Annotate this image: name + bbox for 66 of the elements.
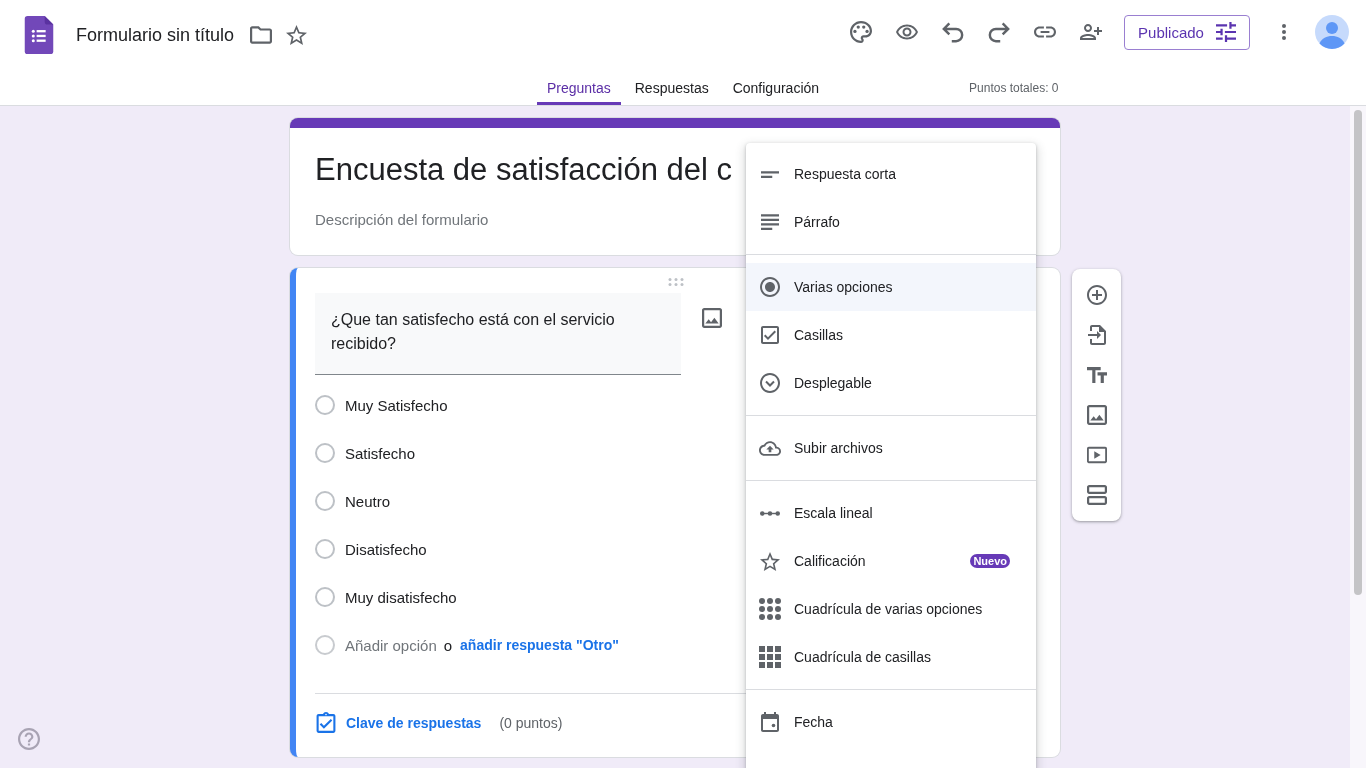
menu-item[interactable]: Respuesta corta <box>746 150 1036 198</box>
form-title-text[interactable]: Encuesta de satisfacción del c <box>315 150 733 190</box>
dot-grid-icon <box>759 598 781 620</box>
more-options-icon[interactable] <box>1282 24 1286 40</box>
total-points-text: Puntos totales: 0 <box>969 80 1059 95</box>
radio-button-icon <box>760 277 780 297</box>
star-icon[interactable] <box>286 25 308 45</box>
image-icon[interactable] <box>1086 405 1107 425</box>
radio-button[interactable] <box>315 539 335 559</box>
palette-icon[interactable] <box>850 21 872 43</box>
checkbox-icon <box>761 326 779 344</box>
question-field[interactable]: ¿Que tan satisfecho está con el servicio recibido? <box>315 293 681 375</box>
option-label[interactable]: Neutro <box>345 492 391 510</box>
menu-item[interactable]: Subir archivos <box>746 424 1036 472</box>
tab[interactable]: Respuestas <box>624 70 719 105</box>
radio-button[interactable] <box>315 491 335 511</box>
radio-button[interactable] <box>315 395 335 415</box>
video-play-icon[interactable] <box>1086 445 1107 465</box>
square-grid-icon <box>759 646 781 668</box>
radio-button[interactable] <box>315 443 335 463</box>
tab[interactable]: Preguntas <box>536 70 621 105</box>
sliders-icon <box>1215 22 1236 42</box>
clipboard-check-icon <box>316 712 336 734</box>
menu-item[interactable]: Varias opciones <box>746 263 1036 311</box>
description-field[interactable]: Descripción del formulario <box>315 209 735 229</box>
drag-handle-icon[interactable] <box>667 278 684 286</box>
menu-item[interactable]: Escala lineal <box>746 489 1036 537</box>
folder-icon[interactable] <box>250 26 273 44</box>
document-logo-icon[interactable] <box>24 16 54 54</box>
option-label[interactable]: Muy Satisfecho <box>345 396 448 414</box>
menu-item[interactable]: Cuadrícula de casillas <box>746 633 1036 681</box>
menu-item[interactable]: Desplegable <box>746 359 1036 407</box>
option-label[interactable]: Muy disatisfecho <box>345 588 457 606</box>
or-text: o <box>443 636 453 654</box>
short-lines-icon <box>761 170 779 178</box>
tab[interactable]: Configuración <box>722 70 830 105</box>
radio-button[interactable] <box>315 587 335 607</box>
publish-button[interactable]: Publicado <box>1124 14 1250 50</box>
option-label[interactable]: Satisfecho <box>345 444 416 462</box>
text-size-icon[interactable] <box>1086 365 1107 385</box>
redo-icon[interactable] <box>988 21 1010 43</box>
menu-item[interactable]: Cuadrícula de varias opciones <box>746 585 1036 633</box>
menu-item[interactable]: Fecha <box>746 698 1036 746</box>
image-icon[interactable] <box>702 308 722 328</box>
menu-item[interactable]: Casillas <box>746 311 1036 359</box>
menu-item[interactable]: Párrafo <box>746 198 1036 246</box>
add-other-link[interactable]: añadir respuesta "Otro" <box>460 637 619 653</box>
add-person-icon[interactable] <box>1080 21 1102 43</box>
undo-icon[interactable] <box>942 21 964 43</box>
form-title[interactable]: Formulario sin título <box>76 24 235 46</box>
calendar-icon <box>761 712 779 732</box>
dotted-line-icon <box>760 510 780 516</box>
answer-key-button[interactable]: Clave de respuestas <box>315 712 482 734</box>
cloud-upload-icon <box>759 440 781 456</box>
option-label[interactable]: Disatisfecho <box>345 540 427 558</box>
section-icon[interactable] <box>1086 485 1107 505</box>
new-badge: Nuevo <box>970 554 1010 568</box>
menu-item[interactable]: Calificación Nuevo <box>746 537 1036 585</box>
radio-button[interactable] <box>315 635 335 655</box>
star-icon <box>760 551 780 571</box>
add-option-text[interactable]: Añadir opción <box>345 636 437 654</box>
points-text: (0 puntos) <box>499 715 563 731</box>
file-import-icon[interactable] <box>1086 325 1107 345</box>
paragraph-lines-icon <box>761 214 779 230</box>
scrollbar-thumb[interactable] <box>1354 110 1362 595</box>
avatar-icon[interactable] <box>1315 15 1349 49</box>
